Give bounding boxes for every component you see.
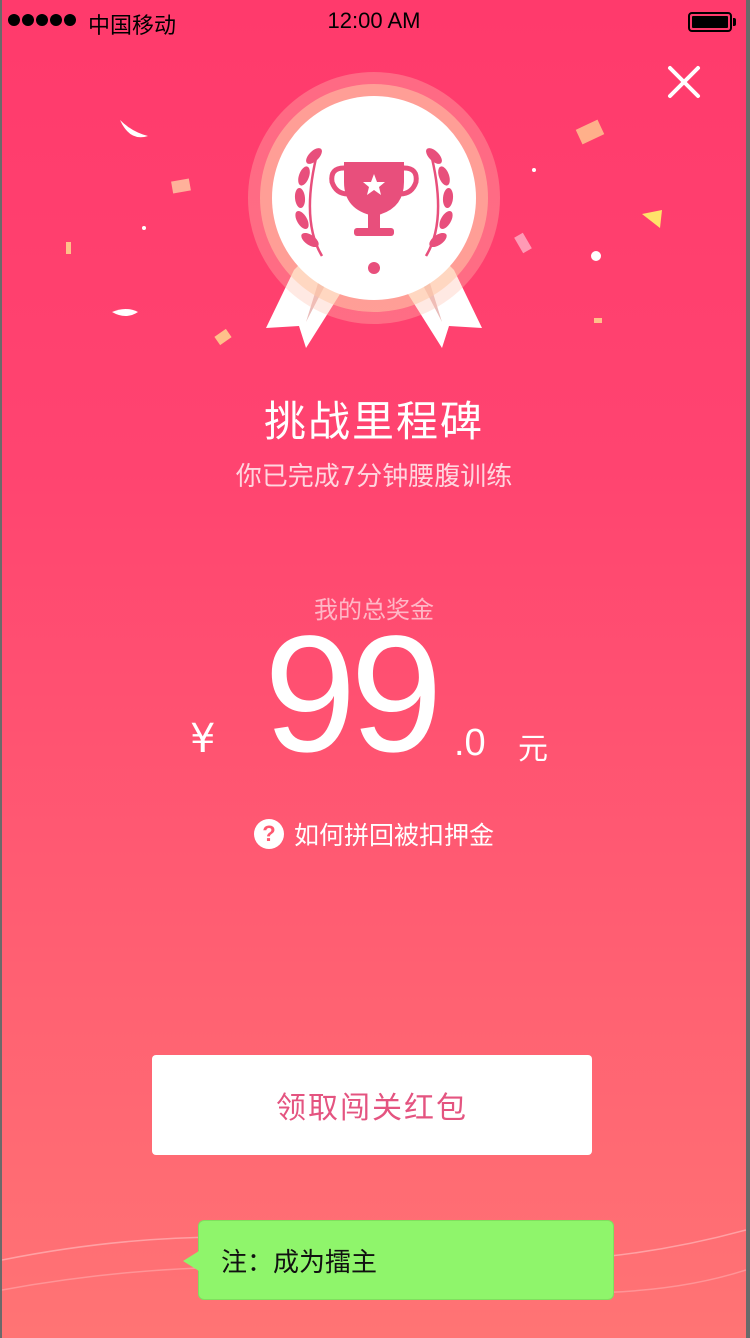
status-bar: 中国移动 12:00 AM bbox=[2, 0, 746, 40]
question-icon: ? bbox=[253, 819, 284, 849]
milestone-subtitle: 你已完成7分钟腰腹训练 bbox=[235, 462, 513, 492]
deposit-help-link[interactable]: ? 如何拼回被扣押金 bbox=[2, 816, 746, 852]
prize-amount-integer: 99 bbox=[264, 602, 443, 787]
currency-symbol: ¥ bbox=[190, 716, 216, 762]
claim-red-packet-button[interactable]: 领取闯关红包 bbox=[152, 1055, 592, 1155]
achievement-screen: 中国移动 12:00 AM 挑战里程碑 你已完成7分钟腰腹训练 我的总奖金 ¥ … bbox=[2, 0, 746, 1338]
deposit-help-label: 如何拼回被扣押金 bbox=[293, 821, 494, 850]
status-time: 12:00 AM bbox=[327, 8, 421, 33]
medal-badge bbox=[248, 72, 500, 348]
milestone-title: 挑战里程碑 bbox=[263, 397, 484, 446]
annotation-note: 注：成为擂主 bbox=[183, 1220, 614, 1300]
prize-amount-unit: 元 bbox=[518, 732, 548, 767]
close-icon[interactable] bbox=[662, 60, 706, 104]
prize-amount-decimal: .0 bbox=[454, 722, 486, 764]
battery-icon bbox=[688, 12, 736, 32]
